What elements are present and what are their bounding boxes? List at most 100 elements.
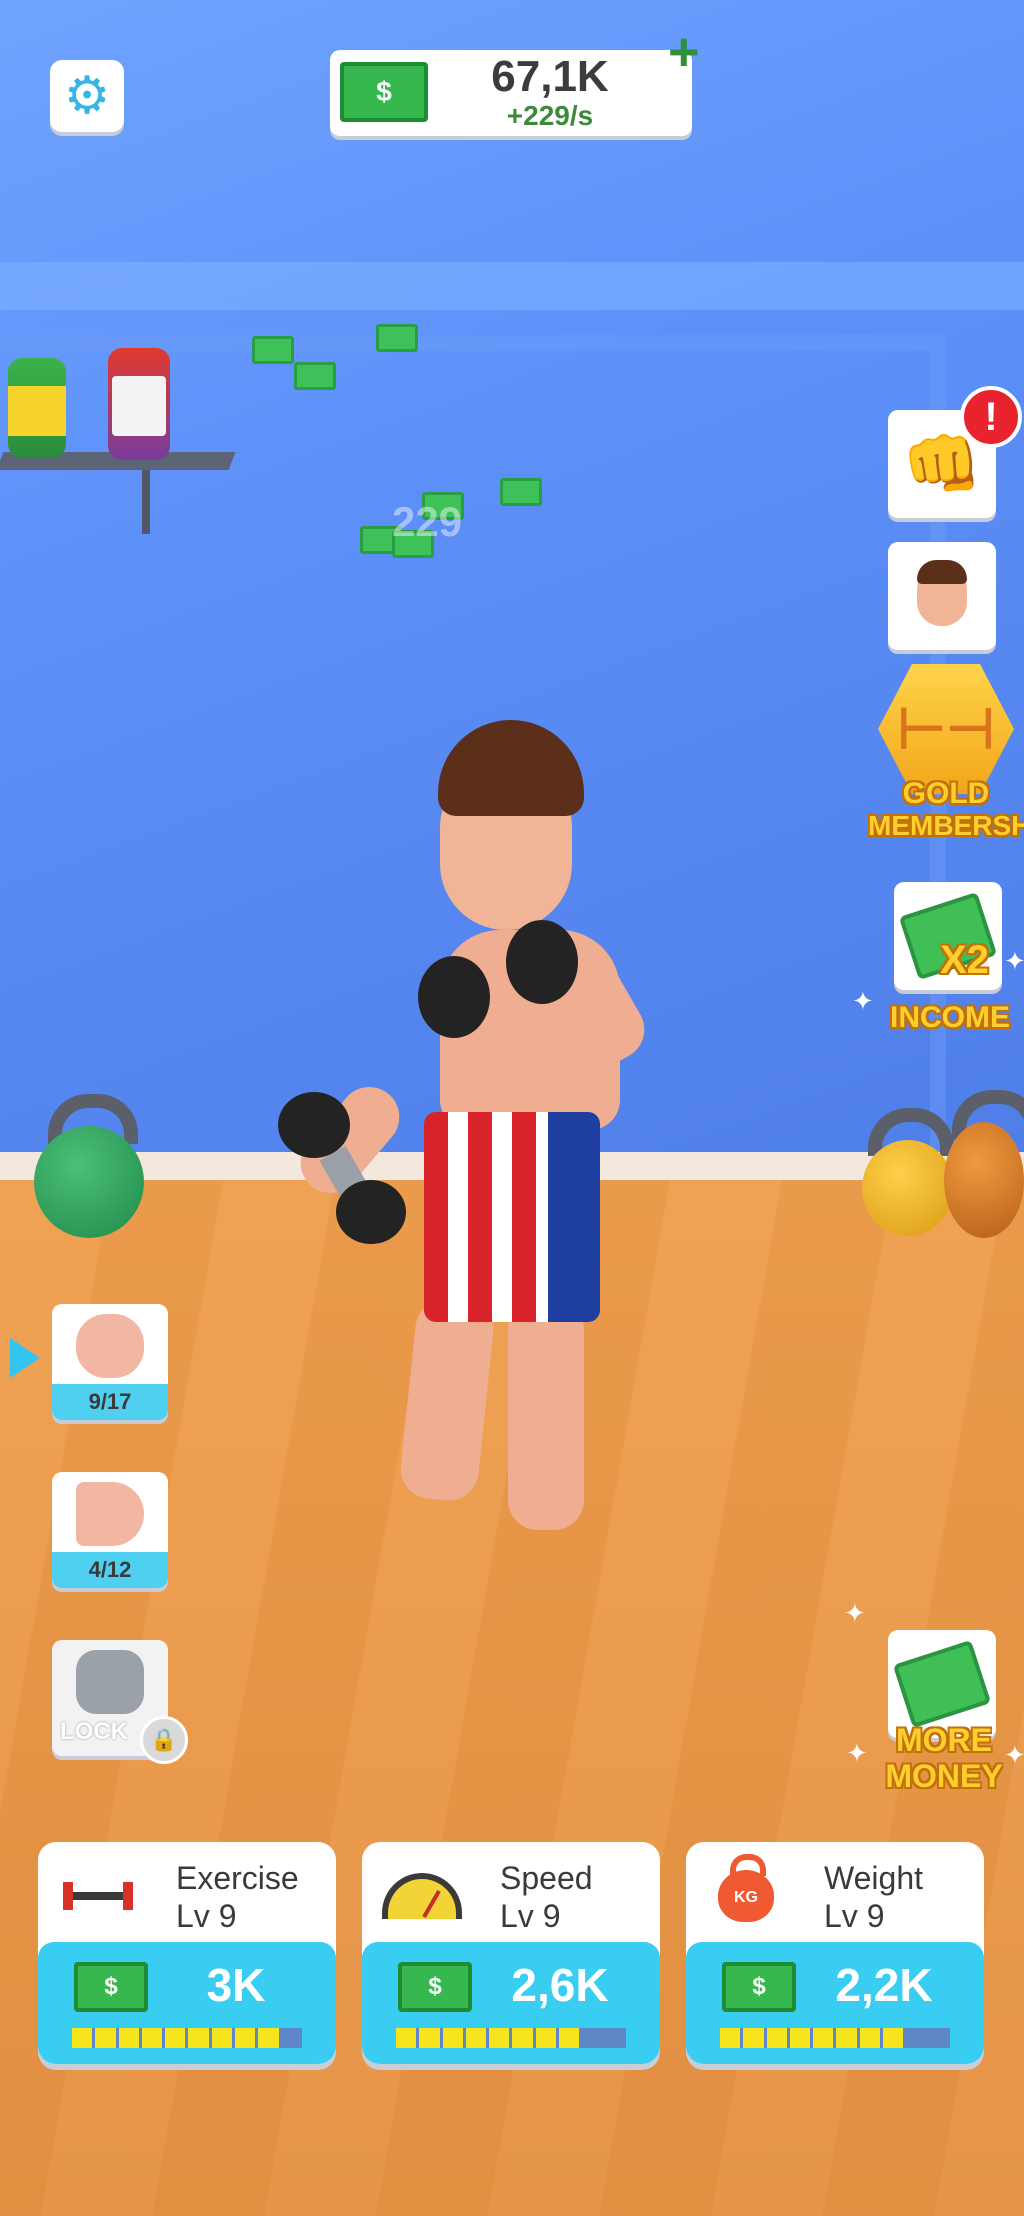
cash-bill-icon <box>500 478 542 506</box>
upgrade-name: Speed <box>500 1860 593 1896</box>
more-money-label[interactable]: MORE MONEY <box>876 1722 1012 1794</box>
sparkle-icon: ✦ <box>1004 1740 1024 1770</box>
muscle-group-biceps[interactable]: 9/17 <box>52 1304 168 1420</box>
progress-segment <box>188 2028 209 2048</box>
progress-segment <box>906 2028 927 2048</box>
progress-segment <box>605 2028 626 2048</box>
buy-exercise-button[interactable]: $ 3K <box>38 1942 336 2064</box>
kettlebell-icon: KG <box>706 1854 786 1934</box>
upgrade-progress-bar <box>720 2028 950 2048</box>
gear-icon: ⚙ <box>63 67 111 125</box>
gold-label-line2: MEMBERSHIP <box>868 810 1024 841</box>
progress-segment <box>72 2028 93 2048</box>
dumbbell-plate <box>506 920 578 1004</box>
gold-dumbbell-icon: ⊢⊣ <box>897 697 995 760</box>
progress-segment <box>929 2028 950 2048</box>
buy-speed-button[interactable]: $ 2,6K <box>362 1942 660 2064</box>
progress-segment <box>235 2028 256 2048</box>
more-label-line1: MORE <box>896 1722 992 1758</box>
progress-segment <box>836 2028 857 2048</box>
progress-segment <box>789 2028 811 2048</box>
alert-badge: ! <box>960 386 1022 448</box>
shelf-bracket <box>142 470 150 534</box>
progress-segment <box>281 2028 302 2048</box>
lock-icon: 🔒 <box>140 1716 188 1764</box>
progress-segment <box>883 2028 904 2048</box>
legs-icon <box>76 1482 144 1546</box>
progress-segment <box>118 2028 139 2048</box>
cash-icon: $ <box>722 1962 796 2012</box>
upgrade-level: Lv 9 <box>500 1898 561 1934</box>
torso-icon <box>76 1650 144 1714</box>
selected-arrow-icon <box>10 1338 40 1378</box>
upgrade-level: Lv 9 <box>176 1898 237 1934</box>
money-total: 67,1K <box>491 52 609 101</box>
sparkle-icon: ✦ <box>844 1598 866 1628</box>
cash-icon: $ <box>398 1962 472 2012</box>
progress-segment <box>766 2028 787 2048</box>
upgrade-level: Lv 9 <box>824 1898 885 1934</box>
supplement-jar <box>8 358 66 458</box>
progress-segment <box>859 2028 881 2048</box>
progress-segment <box>582 2028 603 2048</box>
cash-icon: $ <box>340 62 428 122</box>
sparkle-icon: ✦ <box>846 1738 868 1768</box>
progress-segment <box>559 2028 580 2048</box>
progress-segment <box>141 2028 163 2048</box>
speedometer-icon <box>382 1858 462 1934</box>
cash-stack-icon <box>892 1639 992 1729</box>
cash-bill-icon <box>294 362 336 390</box>
progress-segment <box>95 2028 116 2048</box>
right-leg <box>508 1300 584 1530</box>
upgrade-exercise[interactable]: Exercise Lv 9 $ 3K <box>38 1842 336 2064</box>
progress-segment <box>489 2028 510 2048</box>
cash-icon: $ <box>74 1962 148 2012</box>
more-label-line2: MONEY <box>885 1758 1003 1794</box>
muscle-group-legs[interactable]: 4/12 <box>52 1472 168 1588</box>
biceps-icon <box>76 1314 144 1378</box>
progress-segment <box>211 2028 233 2048</box>
cash-bill-icon <box>252 336 294 364</box>
income-label: INCOME <box>890 1001 1010 1034</box>
buy-weight-button[interactable]: $ 2,2K <box>686 1942 984 2064</box>
upgrade-name: Exercise <box>176 1860 299 1896</box>
floating-income-number: 229 <box>392 498 463 545</box>
income-multiplier: X2 <box>940 938 989 982</box>
progress-segment <box>442 2028 463 2048</box>
progress-segment <box>165 2028 186 2048</box>
add-money-button[interactable]: + <box>668 25 708 79</box>
settings-button[interactable]: ⚙ <box>50 60 124 132</box>
progress-segment <box>813 2028 834 2048</box>
upgrade-price: 2,6K <box>511 1959 609 2011</box>
cash-bill-icon <box>376 324 418 352</box>
money-rate: +229/s <box>506 100 594 131</box>
upgrade-weight[interactable]: KG Weight Lv 9 $ 2,2K <box>686 1842 984 2064</box>
progress-segment <box>535 2028 557 2048</box>
protein-shake-jar <box>108 348 170 460</box>
progress-segment <box>419 2028 440 2048</box>
green-kettlebell <box>34 1126 144 1238</box>
yellow-kettlebell <box>862 1140 954 1236</box>
orange-kettlebell <box>944 1122 1024 1238</box>
progress-segment <box>512 2028 533 2048</box>
progress-segment <box>258 2028 279 2048</box>
upgrade-price: 2,2K <box>835 1959 933 2011</box>
muscle-progress: 4/12 <box>52 1552 168 1588</box>
upgrade-progress-bar <box>396 2028 626 2048</box>
dumbbell-plate <box>418 956 490 1038</box>
muscle-progress: 9/17 <box>52 1384 168 1420</box>
money-counter: $ 67,1K +229/s <box>330 50 692 136</box>
character-skin-button[interactable] <box>888 542 996 650</box>
progress-segment <box>396 2028 417 2048</box>
lock-label: LOCK <box>60 1718 128 1745</box>
gold-label-line1: GOLD <box>902 777 990 810</box>
progress-segment <box>720 2028 741 2048</box>
dumbbell-plate <box>336 1180 406 1244</box>
shorts-stars-panel <box>548 1112 600 1322</box>
upgrade-progress-bar <box>72 2028 302 2048</box>
gold-membership-label[interactable]: GOLD MEMBERSHIP <box>868 778 1024 842</box>
avatar-icon <box>917 560 967 626</box>
sparkle-icon: ✦ <box>1004 946 1024 976</box>
upgrade-speed[interactable]: Speed Lv 9 $ 2,6K <box>362 1842 660 2064</box>
upgrade-name: Weight <box>824 1860 924 1896</box>
